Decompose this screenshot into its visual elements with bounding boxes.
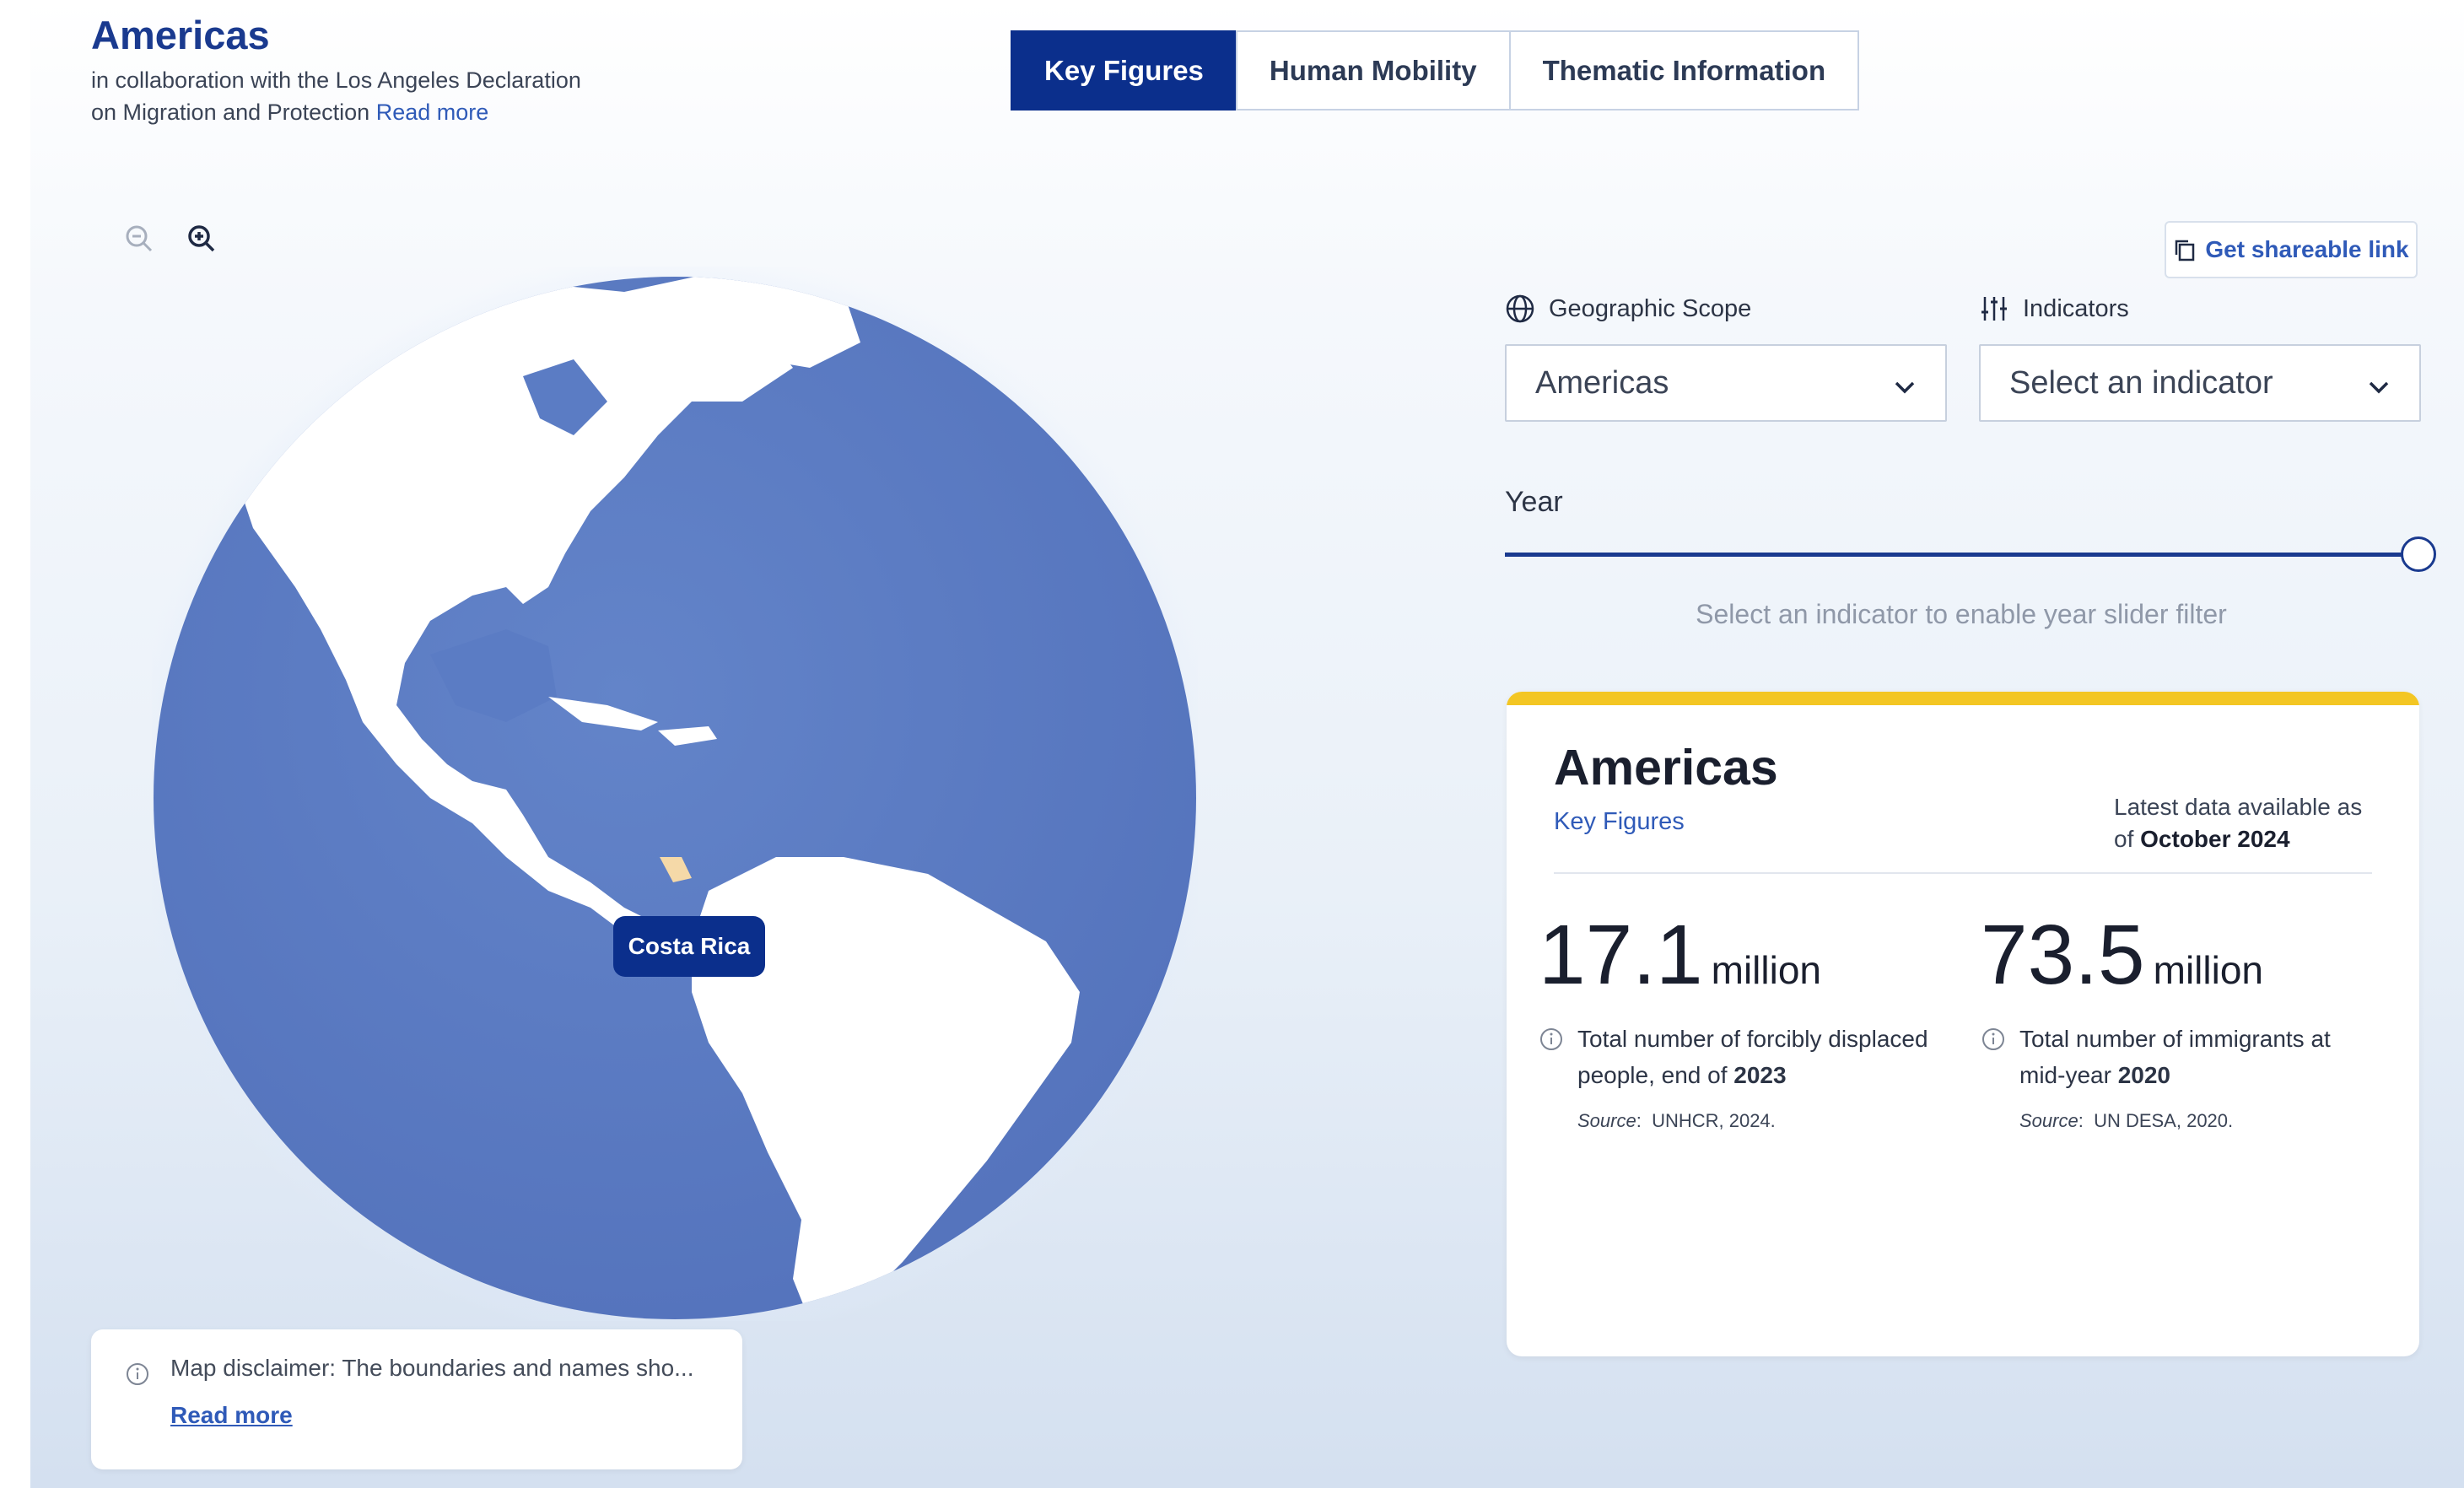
source-value: UNHCR, 2024. [1652, 1110, 1776, 1131]
share-label: Get shareable link [2205, 236, 2409, 262]
card-title: Americas [1554, 740, 1778, 795]
globe-svg[interactable] [127, 250, 1223, 1346]
left-edge-strip [0, 0, 30, 1488]
year-label: Year [1505, 486, 1563, 518]
latest-data-note: Latest data available as of October 2024 [2114, 791, 2367, 855]
figure-year: 2023 [1733, 1062, 1787, 1088]
year-slider-track[interactable] [1505, 553, 2418, 557]
info-icon[interactable] [1981, 1026, 2006, 1062]
map-disclaimer: Map disclaimer: The boundaries and names… [91, 1329, 742, 1469]
subtitle-line-1: in collaboration with the Los Angeles De… [91, 67, 581, 93]
figure-value: 17.1 [1539, 908, 1703, 1002]
year-slider-hint: Select an indicator to enable year slide… [1696, 599, 2227, 629]
zoom-out-icon [126, 225, 153, 252]
info-icon [125, 1361, 150, 1391]
figure-description: Total number of immigrants at mid-year 2… [1981, 1021, 2377, 1093]
source-value: UN DESA, 2020. [2094, 1110, 2234, 1131]
card-subtitle: Key Figures [1554, 808, 1685, 835]
chevron-down-icon [2369, 381, 2389, 394]
tab-human-mobility[interactable]: Human Mobility [1235, 30, 1511, 111]
subtitle-line-2: on Migration and Protection [91, 100, 370, 125]
tab-thematic-information[interactable]: Thematic Information [1508, 30, 1860, 111]
indicator-placeholder: Select an indicator [2009, 364, 2273, 401]
zoom-in-button[interactable] [181, 218, 223, 260]
page-title: Americas [91, 13, 270, 57]
tab-key-figures[interactable]: Key Figures [1011, 30, 1237, 111]
zoom-out-button[interactable] [118, 218, 160, 260]
indicators-label-text: Indicators [2023, 294, 2129, 322]
figure-source: Source: UN DESA, 2020. [2019, 1110, 2234, 1131]
read-more-link[interactable]: Read more [376, 100, 489, 125]
geo-scope-select[interactable]: Americas [1505, 344, 1947, 422]
view-tabs: Key Figures Human Mobility Thematic Info… [1011, 30, 1860, 111]
geo-scope-label: Geographic Scope [1505, 294, 1751, 324]
sliders-icon [1981, 297, 2007, 321]
geo-scope-label-text: Geographic Scope [1549, 294, 1752, 322]
page-subtitle: in collaboration with the Los Angeles De… [91, 64, 682, 128]
year-slider-thumb[interactable] [2401, 536, 2436, 572]
figure-value: 73.5 [1981, 908, 2145, 1002]
indicator-select[interactable]: Select an indicator [1979, 344, 2421, 422]
disclaimer-text: Map disclaimer: The boundaries and names… [170, 1355, 694, 1381]
figure-unit: million [1711, 948, 1822, 992]
key-figure-displaced: 17.1 million Total number of forcibly dis… [1539, 913, 1935, 1132]
card-accent-bar [1507, 692, 2419, 705]
figure-source: Source: UNHCR, 2024. [1577, 1110, 1776, 1131]
date-value: October 2024 [2140, 826, 2290, 852]
country-tooltip: Costa Rica [613, 916, 765, 977]
key-figure-immigrants: 73.5 million Total number of immigrants a… [1981, 913, 2377, 1132]
indicators-label: Indicators [1979, 294, 2129, 324]
globe-map[interactable] [127, 250, 1223, 1346]
figure-year: 2020 [2117, 1062, 2170, 1088]
figure-unit: million [2153, 948, 2264, 992]
geo-scope-value: Americas [1535, 364, 1669, 401]
chevron-down-icon [1895, 381, 1915, 394]
disclaimer-read-more-link[interactable]: Read more [170, 1402, 293, 1429]
copy-icon [2176, 240, 2195, 261]
key-figures-card: Americas Key Figures Latest data availab… [1507, 692, 2419, 1356]
source-label: Source [2019, 1110, 2078, 1131]
get-shareable-link-button[interactable]: Get shareable link [2165, 221, 2418, 278]
globe-icon [1506, 294, 1534, 323]
figure-description: Total number of forcibly displaced peopl… [1539, 1021, 1935, 1093]
source-label: Source [1577, 1110, 1636, 1131]
info-icon[interactable] [1539, 1026, 1564, 1062]
figure-desc-text: Total number of immigrants at mid-year [2019, 1026, 2331, 1088]
zoom-in-icon [188, 225, 215, 252]
card-divider [1554, 872, 2372, 874]
